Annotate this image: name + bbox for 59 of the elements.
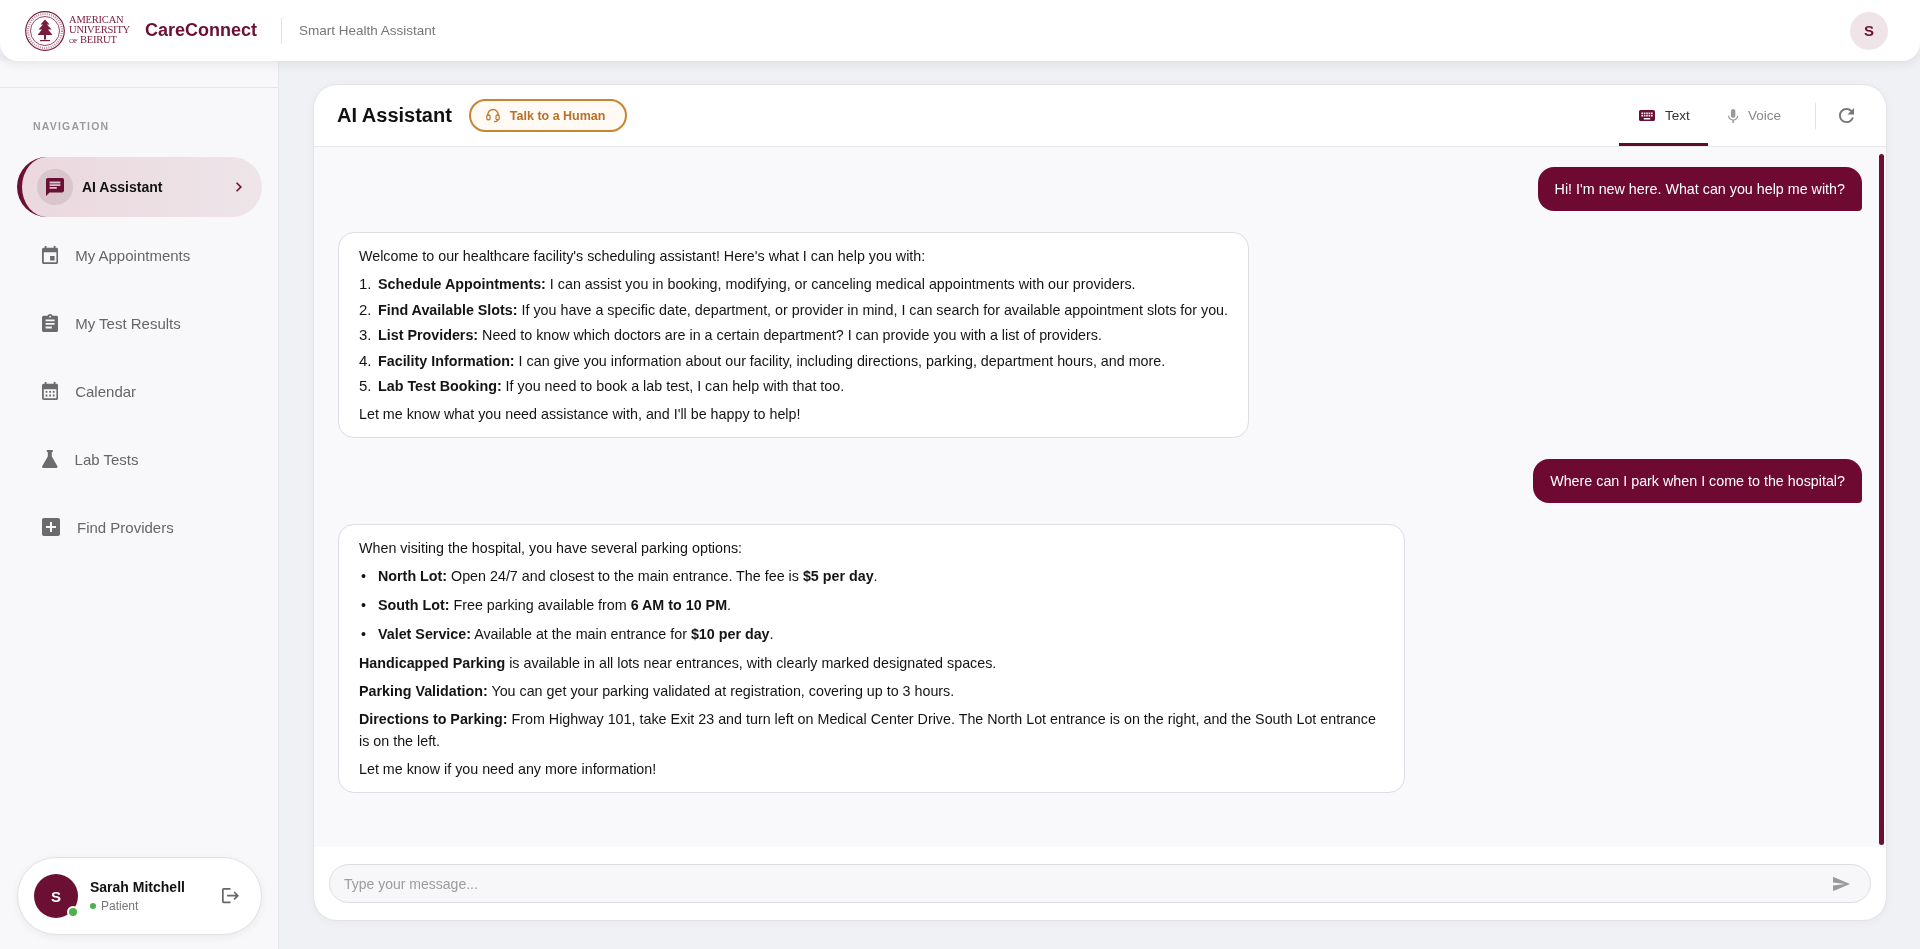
message-paragraph: Directions to Parking: From Highway 101, take Exit 23 and turn left on Medical Center Drive. The North Lot entrance is on the right, and the South Lot entrance is on the left. [359,710,1377,751]
clipboard-icon [42,314,59,332]
list-item-text: Schedule Appointments: I can assist you in booking, modifying, or canceling medical appointments with our providers. [378,275,1136,294]
panel-title: AI Assistant [337,104,452,127]
list-bullet: • [361,568,366,584]
list-item-text: Facility Information: I can give you information about our facility, including directions, parking, department hours, and more. [378,351,1166,371]
user-name: Sarah Mitchell [90,879,185,895]
list-item-text: Valet Service: Available at the main entrance for $10 per day. [378,625,774,644]
send-button[interactable] [1833,876,1850,891]
seal-logo-icon [25,10,65,51]
list-item-text: South Lot: Free parking available from 6 AM to 10 PM. [378,596,732,615]
chat-bubble-icon [37,169,73,205]
message-paragraph: Let me know what you need assistance with, and I'll be happy to help! [359,405,802,424]
nav-item[interactable]: My Appointments [17,225,262,285]
keyboard-icon [1638,109,1655,122]
nav-item[interactable]: My Test Results [17,293,262,353]
user-message: Where can I park when I come to the hospital? [1533,459,1862,503]
list-number: 3. [359,326,372,343]
message-paragraph: Handicapped Parking is available in all lots near entrances, with clearly marked designated spaces. [359,654,998,673]
nav-item[interactable]: Lab Tests [17,429,262,489]
talk-to-human-button[interactable]: Talk to a Human [468,99,628,132]
nav-item[interactable]: Calendar [17,361,262,421]
microphone-icon [1727,108,1738,123]
send-icon [1833,876,1850,891]
list-item-text: List Providers: Need to know which doctors are in a certain department? I can provide you with a list of providers. [378,326,1102,345]
mode-tab[interactable]: Voice [1707,85,1799,146]
refresh-button[interactable] [1839,108,1854,123]
list-number: 4. [359,351,372,369]
user-avatar[interactable]: S [1850,11,1888,50]
message-paragraph: Parking Validation: You can get your parking validated at registration, covering up to 3 hours. [359,682,956,701]
headset-icon [485,108,500,123]
nav-item[interactable]: Find Providers [17,497,262,557]
flask-icon [42,450,58,468]
app-name: CareConnect [145,20,258,41]
logout-button[interactable] [222,888,239,904]
list-item-text: Lab Test Booking: If you need to book a lab test, I can help with that too. [378,377,845,396]
list-item-text: North Lot: Open 24/7 and closest to the main entrance. The fee is $5 per day. [378,567,878,586]
nav-item[interactable]: AI Assistant [17,157,262,217]
list-bullet: • [361,626,366,642]
message-paragraph: Welcome to our healthcare facility's scheduling assistant! Here's what I can help you with: [359,247,927,266]
list-number: 1. [359,275,372,292]
chevron-icon [236,182,242,192]
list-item-text: Find Available Slots: If you have a specific date, department, or provider in mind, I can search for available appointment slots for you. [378,300,1229,320]
calendar-icon [42,246,59,264]
message-paragraph: Let me know if you need any more information! [359,760,658,779]
message-paragraph: When visiting the hospital, you have several parking options: [359,539,744,558]
calendar-icon [42,382,59,400]
logout-icon [222,888,239,904]
refresh-icon [1839,108,1854,123]
list-number: 2. [359,300,372,318]
scrollbar-thumb[interactable] [1879,154,1884,845]
user-avatar: S [34,874,78,918]
list-bullet: • [361,597,366,613]
user-role: Patient [101,899,139,913]
user-message: Hi! I'm new here. What can you help me with? [1537,167,1862,211]
list-number: 5. [359,377,372,394]
section-label: NAVIGATION [33,120,110,133]
app-subtitle: Smart Health Assistant [299,23,436,38]
message-input[interactable]: Type your message... [329,864,1871,903]
